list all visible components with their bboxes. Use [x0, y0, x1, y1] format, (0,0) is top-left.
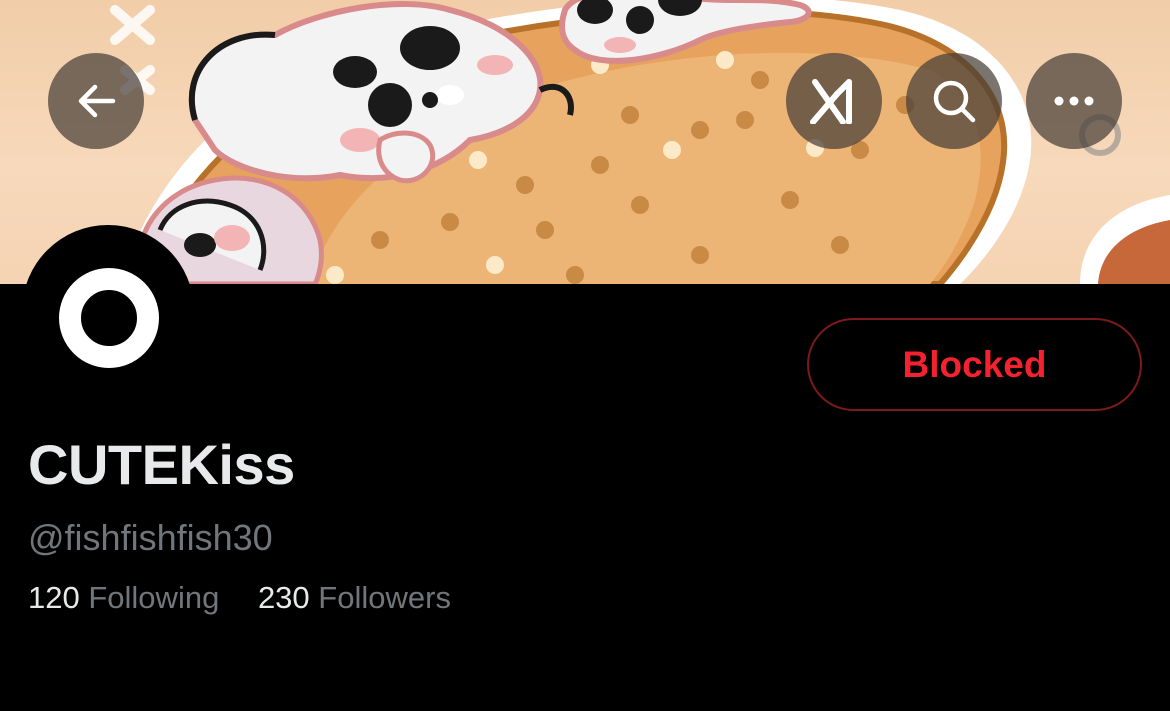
profile-banner[interactable]	[0, 0, 1170, 284]
following-count: 120	[28, 580, 80, 615]
search-icon	[933, 80, 976, 123]
more-horizontal-icon	[1054, 96, 1094, 106]
blocked-button[interactable]: Blocked	[807, 318, 1142, 411]
display-name: CUTEKiss	[28, 433, 295, 496]
profile-page: Blocked CUTEKiss @fishfishfish30 120 Fol…	[0, 0, 1170, 711]
profile-stats: 120 Following 230 Followers	[28, 578, 451, 618]
banner-illustration	[110, 0, 1170, 284]
more-button[interactable]	[1026, 53, 1122, 149]
followers-link[interactable]: 230 Followers	[258, 578, 451, 618]
grok-button[interactable]	[786, 53, 882, 149]
arrow-left-icon	[78, 84, 116, 118]
avatar-ring-icon	[59, 268, 159, 368]
blocked-button-label: Blocked	[902, 343, 1047, 385]
followers-count: 230	[257, 580, 310, 615]
search-button[interactable]	[906, 53, 1002, 149]
user-handle: @fishfishfish30	[28, 517, 273, 558]
following-link[interactable]: 120 Following	[28, 578, 219, 618]
followers-label: Followers	[318, 580, 451, 615]
following-label: Following	[88, 580, 220, 615]
grok-icon	[810, 79, 852, 124]
back-button[interactable]	[48, 53, 144, 149]
